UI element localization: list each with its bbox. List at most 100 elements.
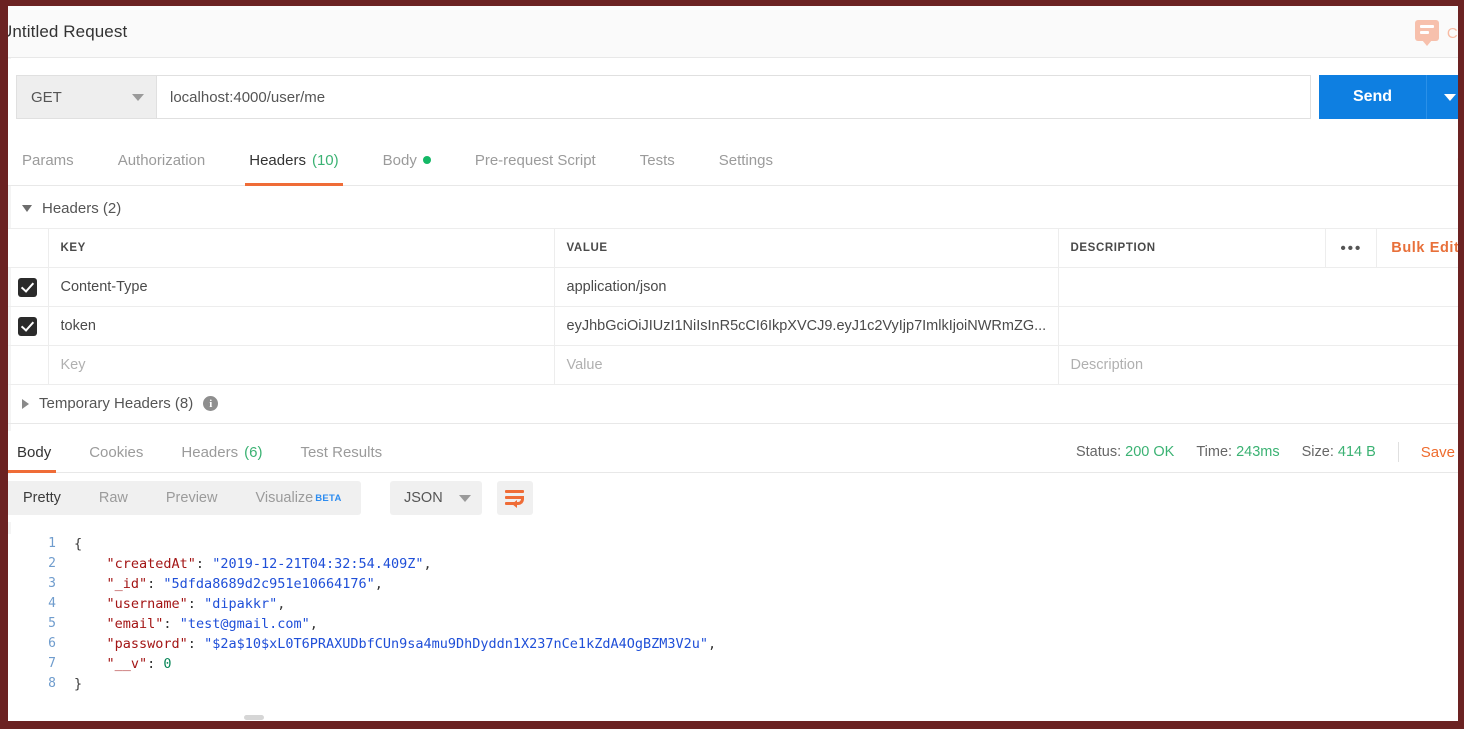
- tab-pre-request-script[interactable]: Pre-request Script: [453, 134, 618, 186]
- header-cell-checkbox: [8, 228, 49, 268]
- row-checkbox-cell[interactable]: [8, 306, 49, 346]
- row-checkbox-cell[interactable]: [8, 267, 49, 307]
- language-label: JSON: [404, 490, 443, 506]
- table-row: token eyJhbGciOiJIUzI1NiIsInR5cCI6IkpXVC…: [8, 306, 1458, 346]
- send-group: Send: [1319, 75, 1458, 119]
- response-tablist: Body Cookies Headers (6) Test Results: [8, 431, 401, 473]
- tab-settings[interactable]: Settings: [697, 134, 795, 186]
- chevron-down-icon: [459, 494, 471, 502]
- tab-label: Body: [17, 443, 52, 461]
- response-tab-headers[interactable]: Headers (6): [162, 431, 281, 473]
- new-value-cell[interactable]: Value: [553, 345, 1059, 385]
- code-link[interactable]: C: [1457, 151, 1458, 168]
- line-number: 8: [48, 676, 56, 691]
- send-options-button[interactable]: [1426, 75, 1458, 119]
- tab-label: Raw: [98, 490, 128, 506]
- new-key-cell[interactable]: Key: [47, 345, 555, 385]
- headers-section-header[interactable]: Headers (2): [8, 188, 1458, 228]
- response-tab-test-results[interactable]: Test Results: [281, 431, 401, 473]
- headers-table: KEY VALUE DESCRIPTION ••• Bulk Edit Cont…: [8, 228, 1458, 385]
- ellipsis-icon[interactable]: •••: [1325, 229, 1376, 267]
- column-header-description: DESCRIPTION: [1070, 242, 1156, 254]
- body-present-dot-icon: [422, 156, 431, 164]
- tab-label: Test Results: [300, 443, 383, 461]
- tab-headers[interactable]: Headers (10): [227, 134, 360, 186]
- tab-label: Preview: [165, 490, 218, 506]
- editor-bottom-area: [8, 697, 1458, 721]
- response-meta: Status: 200 OK Time: 243ms Size: 414 B S…: [1076, 431, 1458, 473]
- bulk-edit-button[interactable]: Bulk Edit: [1376, 229, 1458, 267]
- code-line: "password": "$2a$10$xL0T6PRAXUDbfCUn9sa4…: [106, 636, 717, 652]
- line-number: 3: [48, 576, 56, 591]
- row-key-cell[interactable]: token: [47, 306, 555, 346]
- tab-params[interactable]: Params: [8, 134, 96, 186]
- time-value: 243ms: [1236, 444, 1280, 460]
- size-value: 414 B: [1337, 444, 1376, 460]
- headers-section-title: Headers (2): [42, 199, 122, 217]
- url-input[interactable]: localhost:4000/user/me: [156, 75, 1311, 119]
- line-number-gutter: 1 2 3 4 5 6 7 8: [8, 534, 66, 694]
- code-line: "username": "dipakkr",: [106, 596, 286, 612]
- response-body-editor[interactable]: 1 2 3 4 5 6 7 8 { "createdAt": "2019-12-21T04:3…: [8, 534, 1458, 721]
- row-description-cell[interactable]: [1057, 267, 1458, 307]
- tab-count: (10): [311, 151, 339, 169]
- row-checkbox-cell[interactable]: [8, 345, 49, 385]
- status-badge: Status: 200 OK: [1076, 444, 1174, 460]
- save-response-button[interactable]: Save R: [1421, 444, 1458, 461]
- code-line: "__v": 0: [106, 656, 172, 672]
- response-format-bar: Pretty Raw Preview Visualize BETA JSON: [8, 474, 1458, 522]
- status-label: Status:: [1075, 444, 1122, 460]
- response-tab-cookies[interactable]: Cookies: [70, 431, 162, 473]
- row-value-cell[interactable]: application/json: [553, 267, 1059, 307]
- header-key-text: Content-Type: [60, 279, 148, 295]
- window-frame: Untitled Request Co GET localhost:4000/u…: [0, 0, 1464, 729]
- temporary-headers-section[interactable]: Temporary Headers (8) i: [8, 384, 1458, 424]
- comment-bubble-tail-icon: [1421, 40, 1432, 46]
- wrap-lines-button[interactable]: [497, 481, 533, 515]
- header-value-text: eyJhbGciOiJIUzI1NiIsInR5cCI6IkpXVCJ9.eyJ…: [566, 318, 1047, 334]
- column-header-key: KEY: [60, 242, 86, 254]
- comments-button[interactable]: Co: [1414, 20, 1458, 47]
- triangle-right-icon: [22, 398, 29, 409]
- method-label: GET: [31, 88, 62, 106]
- format-tab-visualize[interactable]: Visualize BETA: [236, 481, 360, 515]
- url-bar: GET localhost:4000/user/me Send: [8, 59, 1458, 134]
- row-description-cell[interactable]: [1057, 306, 1458, 346]
- request-title-bar: Untitled Request Co: [8, 6, 1458, 58]
- wrap-lines-icon: [505, 490, 524, 493]
- format-tab-preview[interactable]: Preview: [147, 481, 237, 515]
- size-badge: Size: 414 B: [1302, 444, 1376, 460]
- response-tab-body[interactable]: Body: [8, 431, 70, 473]
- chevron-down-icon: [1443, 93, 1456, 101]
- checkbox-checked-icon[interactable]: [18, 316, 38, 336]
- wrap-arrow-head-icon: [512, 500, 517, 508]
- description-placeholder: Description: [1070, 357, 1144, 373]
- value-placeholder: Value: [566, 357, 603, 373]
- table-row: Content-Type application/json: [8, 267, 1458, 307]
- response-body-code: { "createdAt": "2019-12-21T04:32:54.409Z…: [74, 534, 716, 694]
- tab-label: Pre-request Script: [474, 151, 596, 169]
- tab-label: Tests: [639, 151, 675, 169]
- send-button[interactable]: Send: [1319, 75, 1426, 119]
- tab-tests[interactable]: Tests: [618, 134, 697, 186]
- format-tab-pretty[interactable]: Pretty: [8, 481, 80, 515]
- language-selector[interactable]: JSON: [390, 481, 482, 515]
- format-tab-raw[interactable]: Raw: [80, 481, 147, 515]
- code-line: "_id": "5dfda8689d2c951e10664176",: [106, 576, 383, 592]
- triangle-down-icon: [22, 204, 32, 212]
- horizontal-scrollbar-thumb[interactable]: [244, 715, 264, 720]
- tab-label: Visualize: [255, 490, 314, 506]
- row-value-cell[interactable]: eyJhbGciOiJIUzI1NiIsInR5cCI6IkpXVCJ9.eyJ…: [553, 306, 1059, 346]
- row-key-cell[interactable]: Content-Type: [47, 267, 555, 307]
- line-number: 1: [48, 536, 56, 551]
- format-segmented-control: Pretty Raw Preview Visualize BETA: [8, 481, 361, 515]
- method-selector[interactable]: GET: [16, 75, 156, 119]
- comments-label: Co: [1446, 25, 1458, 42]
- checkbox-checked-icon[interactable]: [18, 277, 38, 297]
- tab-body[interactable]: Body: [361, 134, 453, 186]
- tab-authorization[interactable]: Authorization: [96, 134, 228, 186]
- new-description-cell[interactable]: Description: [1057, 345, 1458, 385]
- status-value: 200 OK: [1125, 444, 1175, 460]
- info-icon[interactable]: i: [203, 396, 219, 411]
- postman-app: Untitled Request Co GET localhost:4000/u…: [8, 6, 1458, 721]
